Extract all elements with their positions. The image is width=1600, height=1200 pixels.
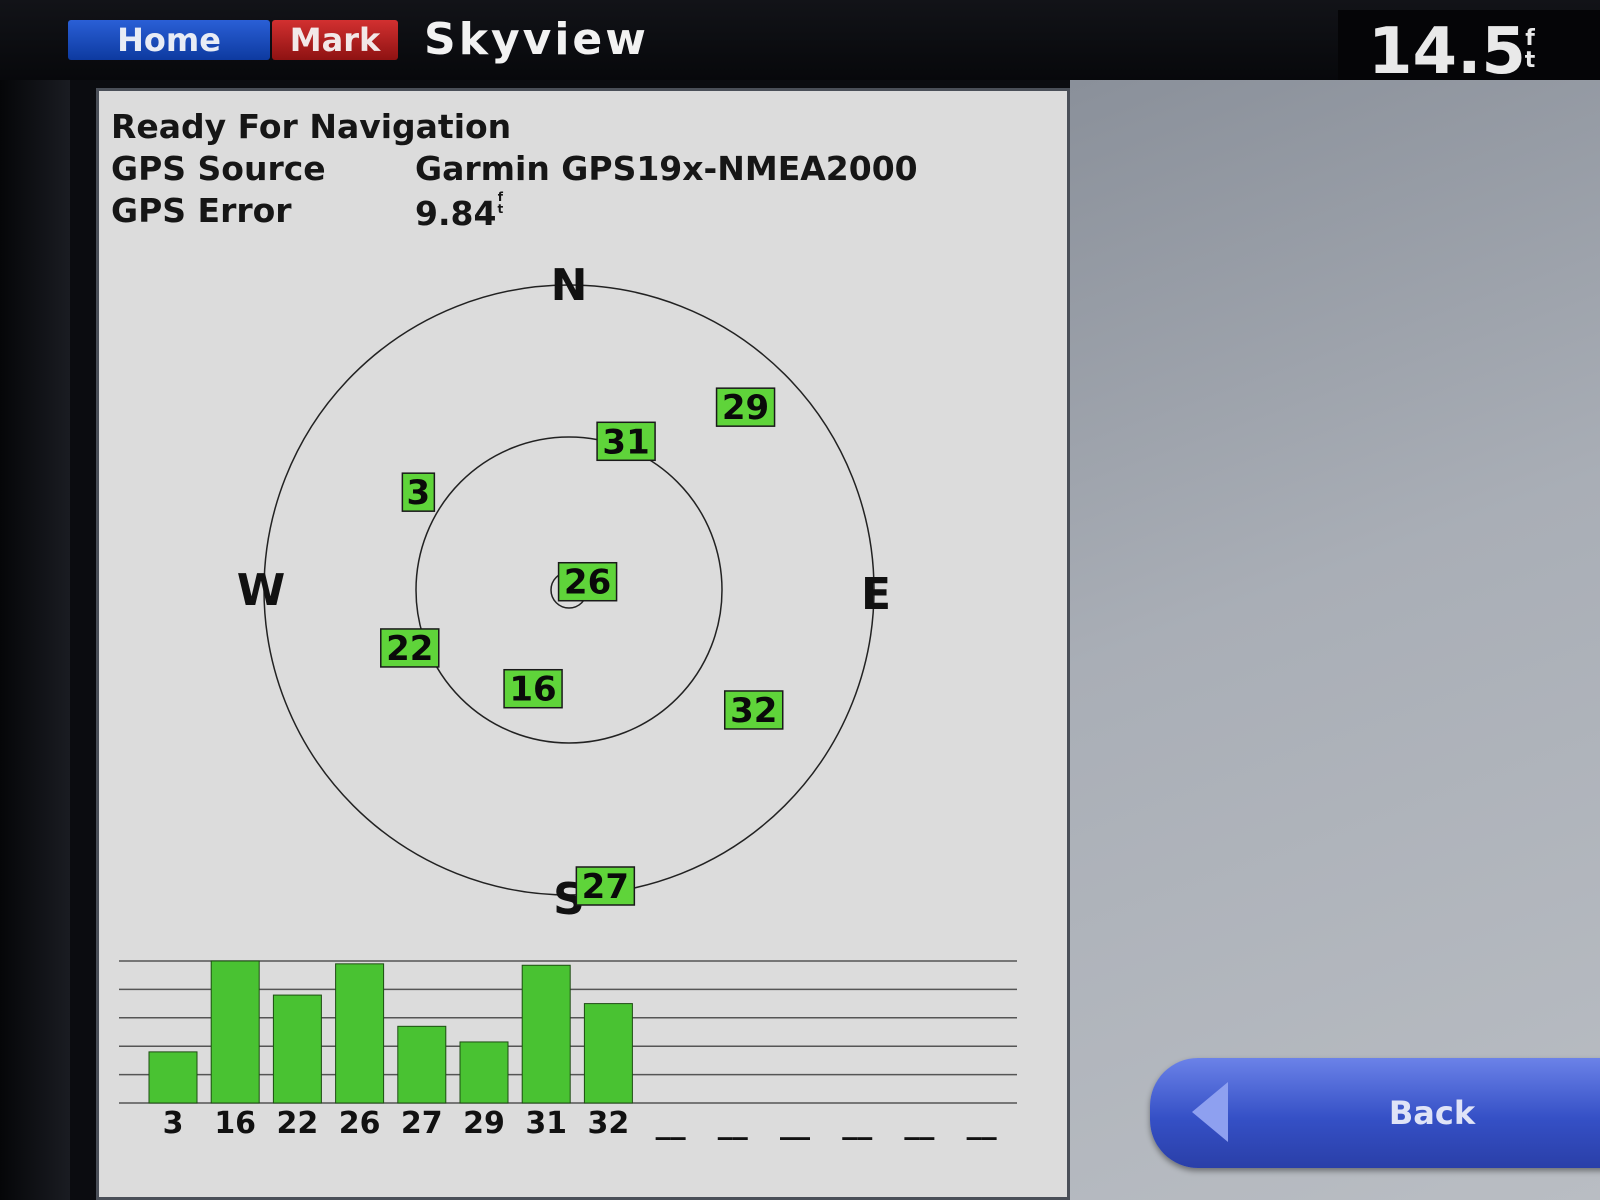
depth-value: 14.5	[1368, 15, 1526, 89]
signal-bar	[272, 994, 322, 1104]
depth-unit: ft	[1522, 28, 1538, 72]
signal-bar-label: 31	[525, 1106, 568, 1141]
signal-bar-label: 27	[400, 1106, 443, 1141]
screen-bezel	[0, 80, 70, 1200]
compass-north: N	[551, 260, 588, 311]
skyview-diagram: N S E W 312932622163227	[119, 260, 1017, 1104]
satellite-id: 29	[722, 388, 769, 428]
satellite-id: 27	[582, 867, 629, 907]
signal-bar	[210, 960, 260, 1104]
signal-bar	[583, 1003, 633, 1104]
signal-bar-label: 22	[276, 1106, 319, 1141]
satellite-layer: 31 29 3 26 22 16 32 27	[380, 387, 784, 907]
empty-signal-slot: __	[842, 1106, 873, 1141]
signal-bar	[459, 1041, 509, 1104]
page-title: Skyview	[424, 14, 649, 65]
satellite-id: 31	[602, 422, 649, 462]
skyview-panel: Ready For Navigation GPS Source Garmin G…	[96, 88, 1070, 1200]
satellite-marker: 26	[557, 561, 618, 603]
satellite-id: 22	[386, 629, 433, 669]
signal-chart	[119, 960, 1017, 1104]
satellite-id: 16	[509, 670, 556, 710]
home-button[interactable]: Home	[68, 20, 270, 60]
empty-signal-slot: __	[966, 1106, 997, 1141]
signal-bar-label: 29	[463, 1106, 505, 1141]
signal-bar-label: 32	[587, 1106, 630, 1141]
right-pane	[1070, 80, 1600, 1200]
empty-signal-slot: __	[780, 1106, 810, 1141]
signal-bar	[148, 1051, 198, 1104]
signal-bar	[335, 963, 385, 1104]
mark-button[interactable]: Mark	[272, 20, 398, 60]
satellite-marker: 22	[380, 628, 440, 669]
satellite-id: 26	[564, 563, 611, 603]
unit-glyph: t	[1524, 48, 1536, 73]
unit-glyph: f	[1525, 26, 1535, 51]
signal-bar	[397, 1025, 447, 1104]
back-chevron-icon	[1192, 1082, 1228, 1142]
back-button[interactable]: Back	[1150, 1058, 1600, 1168]
empty-signal-slot: __	[904, 1106, 935, 1141]
depth-readout: 14.5 ft	[1338, 10, 1600, 90]
empty-signal-slot: __	[655, 1106, 686, 1141]
satellite-marker: 16	[503, 668, 563, 710]
satellite-id: 3	[407, 473, 431, 513]
back-button-label: Back	[1388, 1094, 1476, 1132]
compass-east: E	[861, 569, 891, 620]
satellite-marker: 31	[596, 421, 656, 462]
signal-bar-label: 16	[214, 1106, 257, 1141]
signal-bar-label: 26	[338, 1106, 381, 1141]
satellite-marker: 27	[575, 866, 636, 907]
empty-signal-slot: __	[717, 1106, 748, 1141]
satellite-marker: 29	[715, 387, 776, 428]
signal-bar	[521, 964, 571, 1104]
satellite-id: 32	[730, 691, 777, 731]
satellite-marker: 3	[401, 472, 436, 513]
signal-bar-label: 3	[162, 1106, 184, 1141]
compass-west: W	[237, 565, 286, 616]
top-bar: Home Mark Skyview 14.5 ft	[0, 0, 1600, 90]
satellite-marker: 32	[723, 690, 784, 731]
